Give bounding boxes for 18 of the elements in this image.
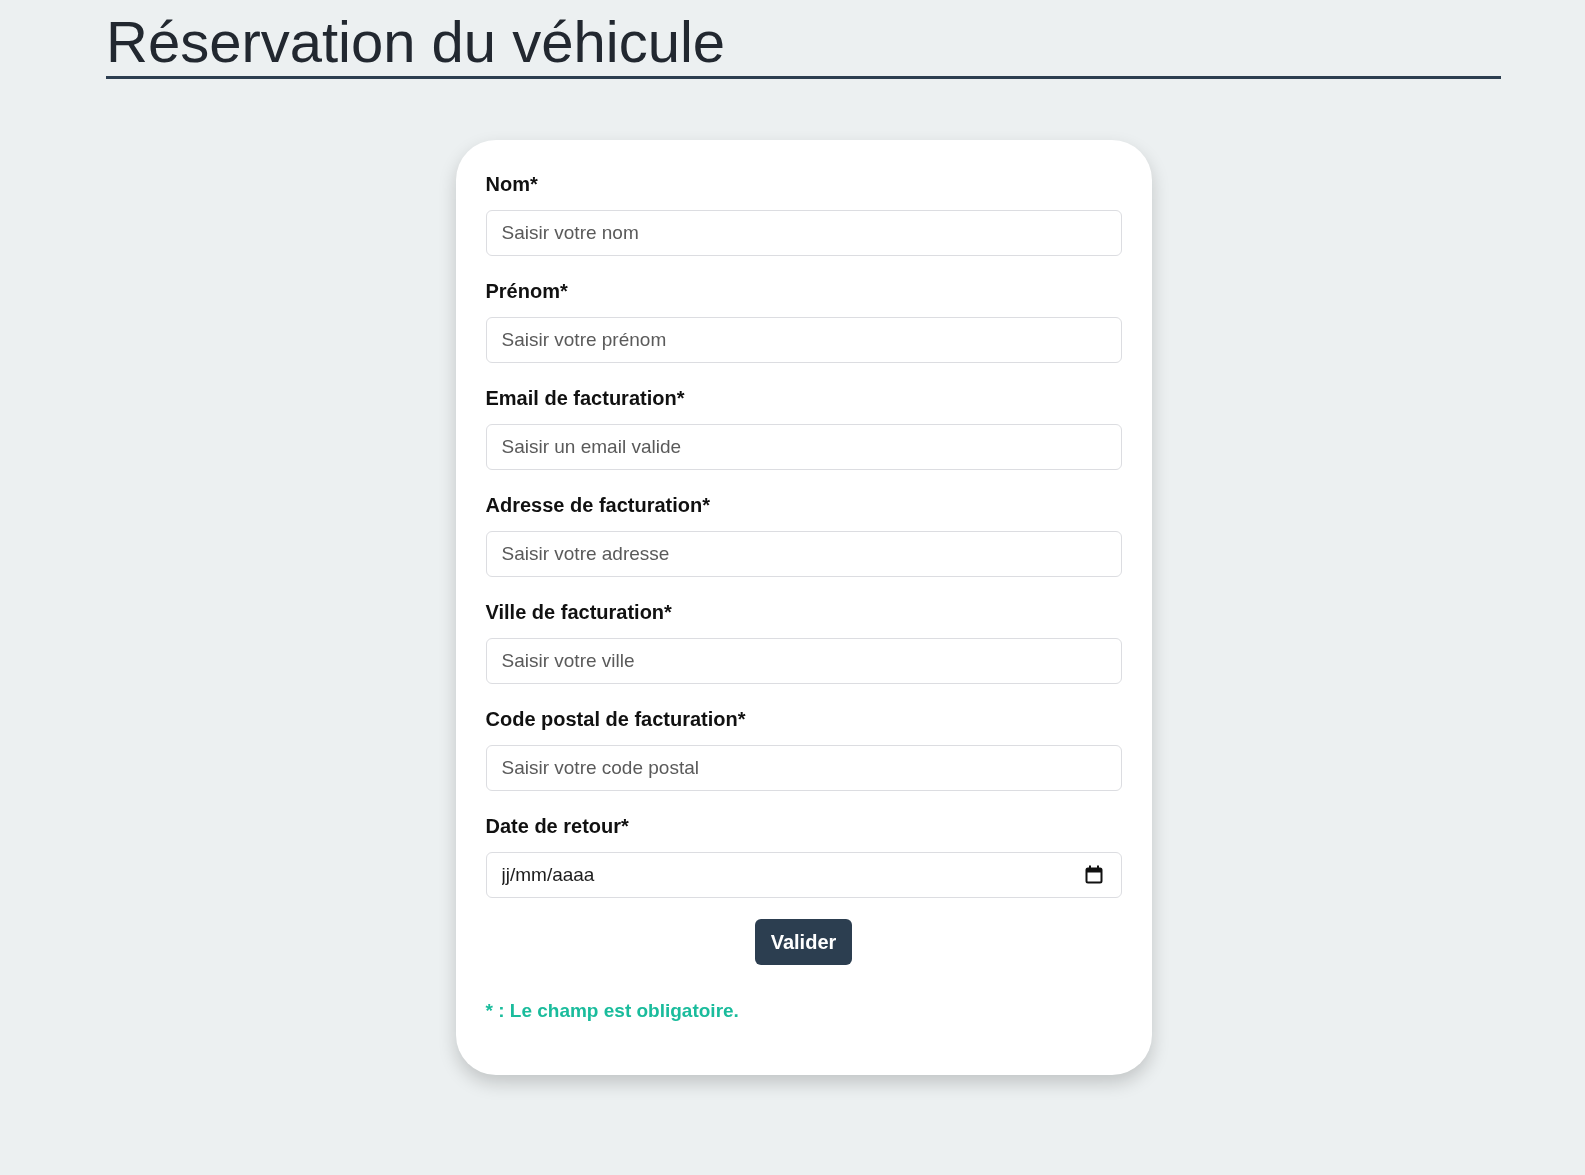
text-input[interactable]: Saisir votre nom bbox=[485, 210, 1122, 256]
email-input[interactable]: Saisir un email valide bbox=[485, 424, 1122, 470]
field-label: Code postal de facturation* bbox=[485, 707, 746, 732]
field-label: Prénom* bbox=[485, 279, 568, 304]
field-label: Email de facturation* bbox=[485, 386, 685, 411]
text-input[interactable]: Saisir votre code postal bbox=[485, 745, 1122, 791]
text-input[interactable]: Saisir votre prénom bbox=[485, 317, 1122, 363]
field-label: Date de retour* bbox=[485, 814, 629, 839]
text-input[interactable]: Saisir votre adresse bbox=[485, 531, 1122, 577]
page-title: Réservation du véhicule bbox=[106, 8, 726, 76]
calendar-icon[interactable] bbox=[1084, 865, 1103, 884]
submit-button[interactable]: Valider bbox=[754, 919, 853, 965]
field-label: Ville de facturation* bbox=[485, 600, 672, 625]
text-input[interactable]: Saisir votre ville bbox=[485, 638, 1122, 684]
required-note: * : Le champ est obligatoire. bbox=[485, 999, 739, 1023]
date-input[interactable]: jj/mm/aaaa bbox=[485, 852, 1122, 898]
field-label: Nom* bbox=[485, 172, 538, 197]
field-label: Adresse de facturation* bbox=[485, 493, 710, 518]
